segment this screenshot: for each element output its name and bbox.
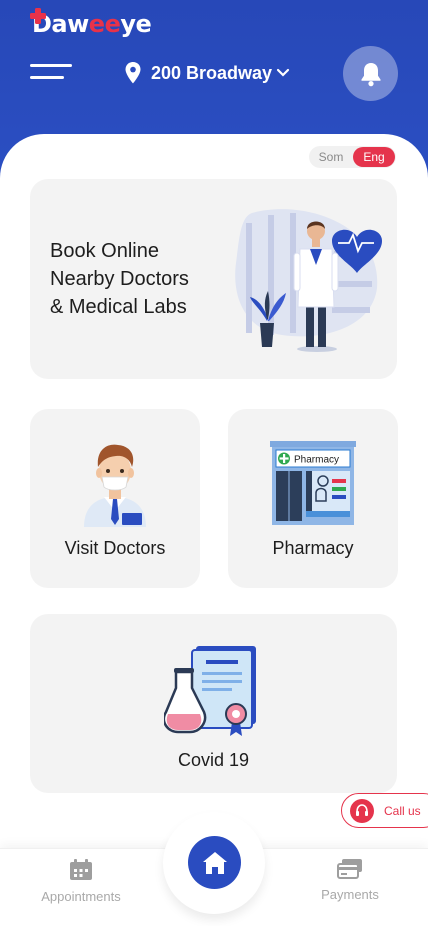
- nav-appointments[interactable]: Appointments: [26, 859, 136, 904]
- doctor-illustration: [235, 209, 382, 352]
- logo-wordmark: Daweeye: [32, 10, 152, 38]
- location-selector[interactable]: 200 Broadway: [124, 60, 290, 86]
- nav-payments[interactable]: Payments: [295, 859, 405, 902]
- language-toggle[interactable]: Som Eng: [309, 146, 396, 168]
- lab-report-icon: [164, 646, 256, 736]
- pharmacy-label: Pharmacy: [272, 538, 354, 558]
- covid-label: Covid 19: [177, 750, 250, 770]
- covid-card[interactable]: Covid 19: [30, 614, 397, 793]
- nav-payments-label: Payments: [321, 887, 379, 902]
- headset-icon: [356, 803, 368, 816]
- visit-doctors-label: Visit Doctors: [64, 538, 166, 558]
- menu-button[interactable]: [30, 62, 72, 84]
- language-option-som[interactable]: Som: [309, 150, 353, 164]
- book-online-title: Book Online Nearby Doctors & Medical Lab…: [50, 240, 189, 318]
- pharmacy-store-icon: Pharmacy: [270, 441, 356, 525]
- bell-icon: [361, 62, 380, 86]
- menu-icon: [30, 64, 72, 67]
- pharmacy-card[interactable]: Pharmacy Pharmacy: [228, 409, 398, 588]
- app-logo: Daweeye: [30, 6, 152, 42]
- chevron-down-icon: [276, 68, 290, 77]
- notifications-button[interactable]: [343, 46, 398, 101]
- visit-doctors-card[interactable]: Visit Doctors: [30, 409, 200, 588]
- logo-plus-icon: [30, 8, 46, 24]
- svg-text:Pharmacy: Pharmacy: [294, 455, 339, 466]
- call-us-label: Call us: [384, 803, 421, 818]
- calendar-icon: [70, 859, 92, 880]
- book-online-card[interactable]: Book Online Nearby Doctors & Medical Lab…: [30, 179, 397, 379]
- call-us-button[interactable]: Call us: [341, 793, 428, 828]
- location-pin-icon: [125, 62, 141, 84]
- language-option-eng[interactable]: Eng: [353, 147, 395, 167]
- doctor-icon: [84, 444, 146, 527]
- payments-icon: [337, 859, 362, 879]
- home-icon: [202, 851, 227, 874]
- nav-appointments-label: Appointments: [41, 889, 121, 904]
- location-text: 200 Broadway: [151, 62, 273, 83]
- home-button[interactable]: [188, 836, 241, 889]
